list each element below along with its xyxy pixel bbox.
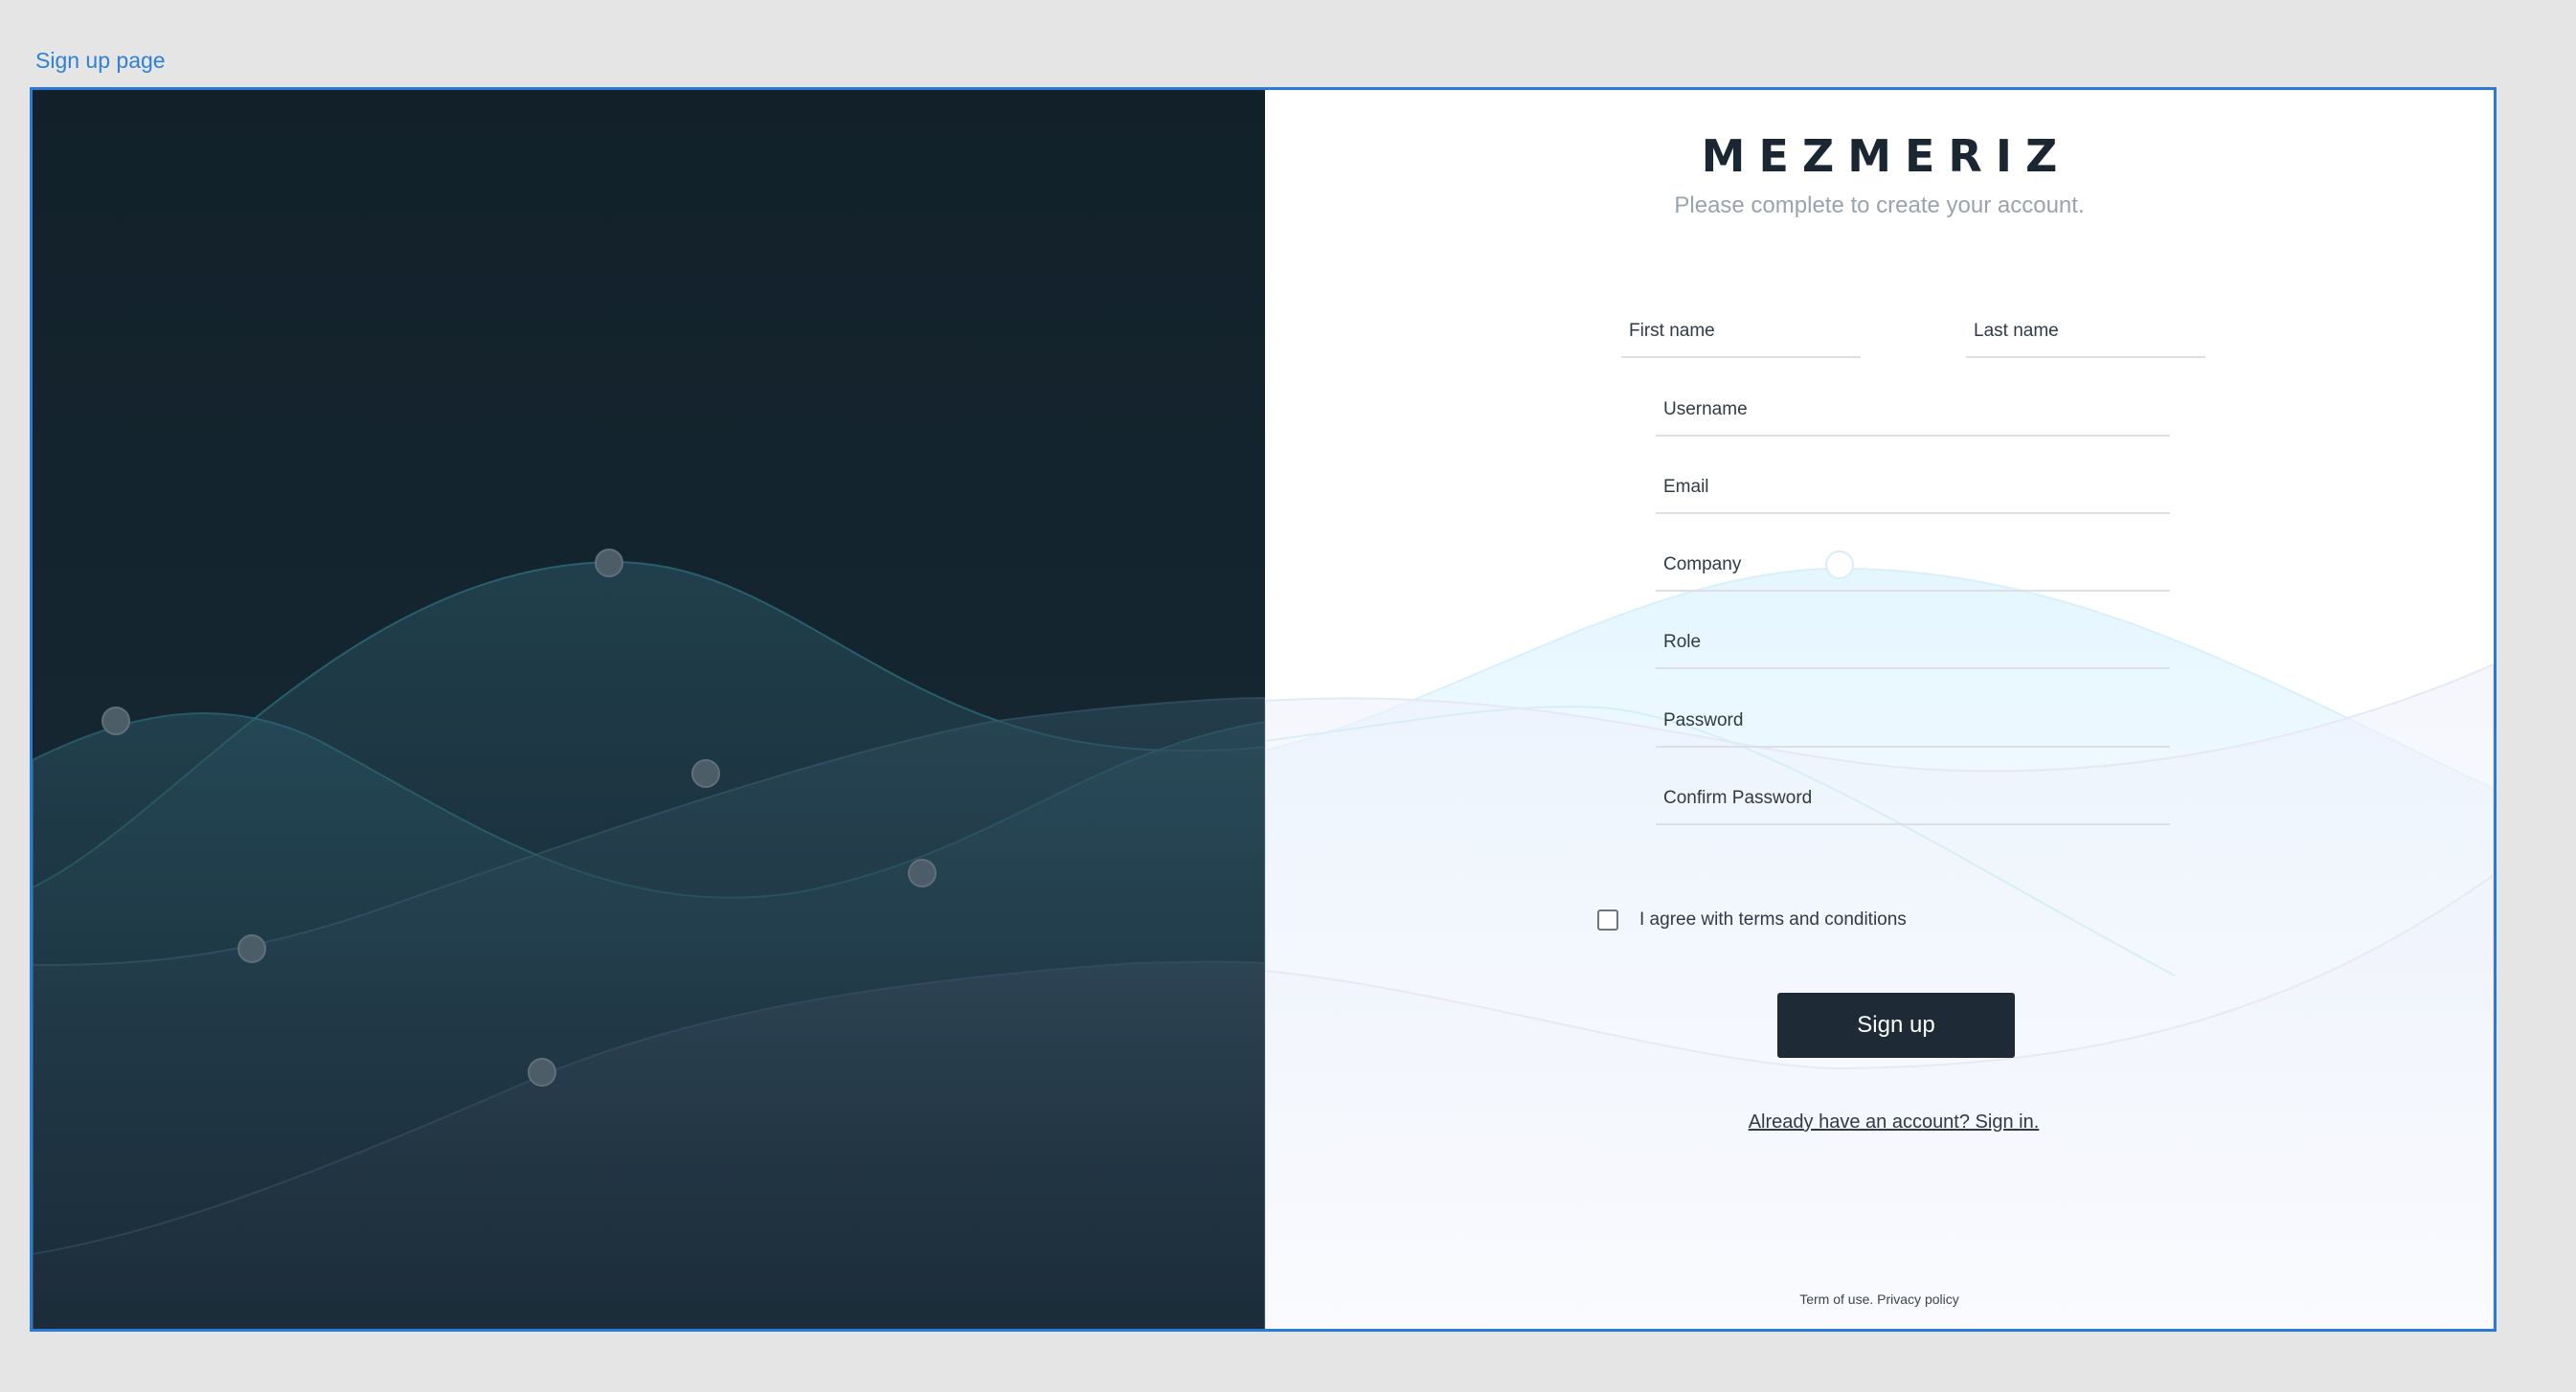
last-name-field[interactable] [1966, 305, 2205, 358]
signin-link[interactable]: Already have an account? Sign in. [1265, 1111, 2494, 1134]
first-name-input[interactable] [1621, 305, 1861, 356]
confirm-password-field[interactable] [1656, 773, 2170, 825]
brand-logo: MEZMERIZ [1701, 130, 2071, 182]
confirm-password-input[interactable] [1656, 773, 2170, 823]
signup-button[interactable]: Sign up [1777, 993, 2015, 1058]
terms-of-use-link[interactable]: Term of use. [1799, 1291, 1873, 1307]
role-field[interactable] [1656, 617, 2170, 669]
email-input[interactable] [1656, 461, 2170, 512]
frame-label: Sign up page [35, 48, 166, 73]
terms-row: I agree with terms and conditions [1597, 909, 1907, 931]
signup-form-panel: MEZMERIZ Please complete to create your … [1265, 90, 2494, 1329]
password-input[interactable] [1656, 695, 2170, 746]
wave-illustration [33, 549, 1265, 1329]
username-input[interactable] [1656, 384, 2170, 435]
terms-label[interactable]: I agree with terms and conditions [1639, 909, 1907, 931]
email-field[interactable] [1656, 461, 2170, 514]
page-subtitle: Please complete to create your account. [1674, 192, 2085, 218]
password-field[interactable] [1656, 695, 2170, 748]
role-input[interactable] [1656, 617, 2170, 667]
privacy-policy-link[interactable]: Privacy policy [1877, 1291, 1959, 1307]
signup-frame: MEZMERIZ Please complete to create your … [30, 87, 2497, 1332]
first-name-field[interactable] [1621, 305, 1861, 358]
terms-checkbox[interactable] [1597, 909, 1618, 931]
company-field[interactable] [1656, 539, 2170, 592]
company-input[interactable] [1656, 539, 2170, 590]
last-name-input[interactable] [1966, 305, 2205, 356]
decorative-wave-panel [33, 90, 1265, 1329]
username-field[interactable] [1656, 384, 2170, 437]
footer-links: Term of use. Privacy policy [1265, 1291, 2494, 1307]
